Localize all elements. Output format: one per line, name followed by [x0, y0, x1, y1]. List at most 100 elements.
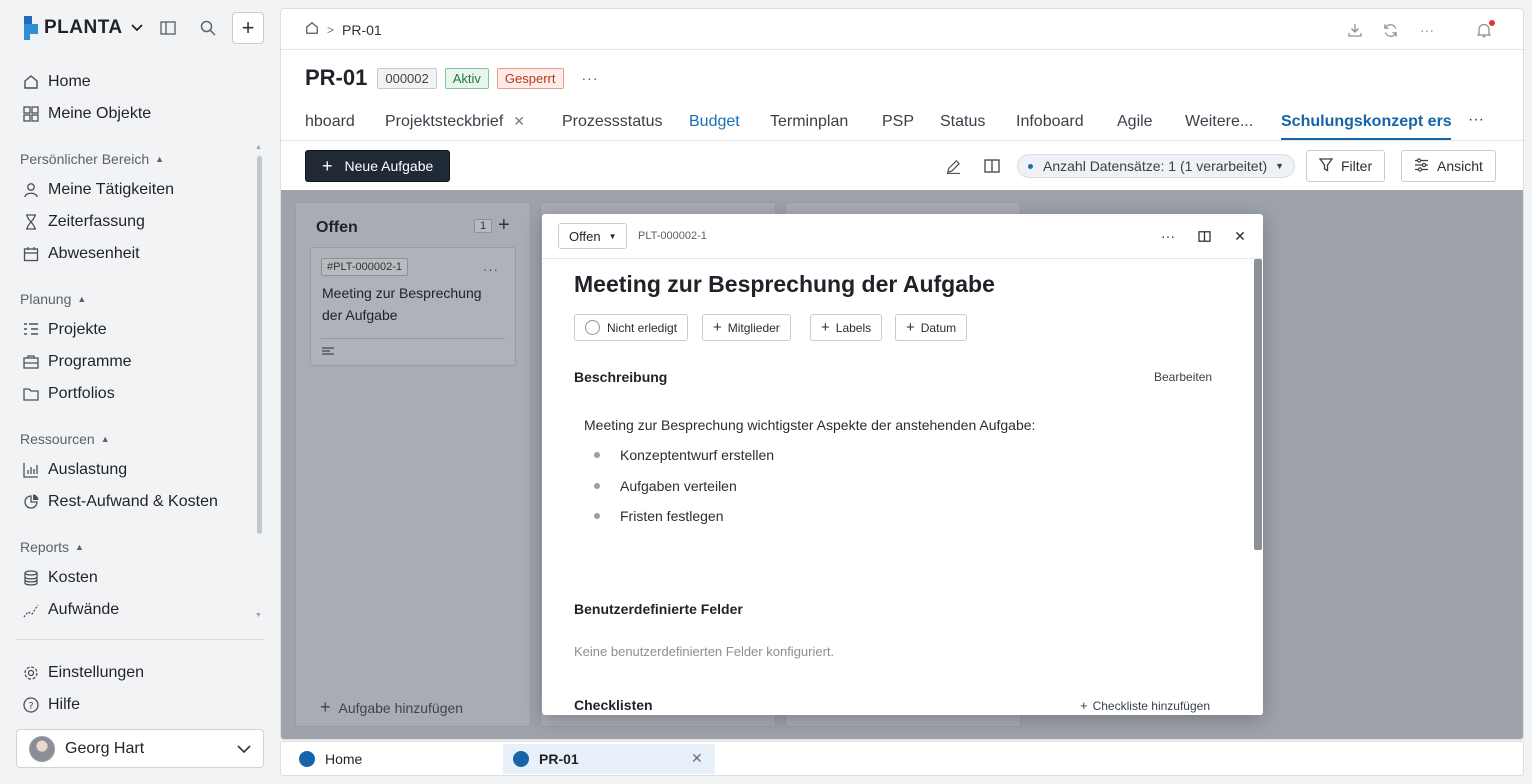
section-planung[interactable]: Planung ▲ [20, 291, 86, 307]
split-view-icon[interactable] [1195, 227, 1213, 245]
gear-icon [22, 664, 40, 682]
nav-label: Programme [48, 353, 132, 370]
card-title: Meeting zur Besprechung der Aufgabe [322, 285, 482, 323]
nav-portfolios[interactable]: Portfolios [22, 382, 115, 406]
nav-label: Hilfe [48, 696, 81, 713]
tab-infoboard[interactable]: Infoboard [1016, 113, 1084, 131]
split-view-icon[interactable] [982, 156, 1002, 176]
tab-terminplan[interactable]: Terminplan [770, 113, 848, 131]
tab-budget[interactable]: Budget [689, 113, 740, 131]
more-icon[interactable]: ··· [483, 262, 499, 277]
nav-auslastung[interactable]: Auslastung [22, 458, 127, 482]
nav-rest-aufwand-kosten[interactable]: Rest-Aufwand & Kosten [22, 490, 218, 514]
refresh-icon[interactable] [1380, 20, 1400, 40]
more-icon[interactable]: ··· [582, 70, 599, 86]
bullet-dot [594, 513, 600, 519]
brand-switcher[interactable]: PLANTA [22, 14, 143, 42]
add-labels-button[interactable]: + Labels [810, 314, 883, 341]
nav-label: Rest-Aufwand & Kosten [48, 493, 218, 510]
nav-programme[interactable]: Programme [22, 350, 132, 374]
section-persoenlicher-bereich[interactable]: Persönlicher Bereich ▲ [20, 151, 164, 167]
button-label: Ansicht [1437, 158, 1483, 174]
status-badge-gesperrt: Gesperrt [496, 67, 564, 89]
tab-agile[interactable]: Agile [1117, 113, 1153, 131]
new-task-button[interactable]: + Neue Aufgabe [305, 150, 451, 182]
page-title: PR-01 [305, 65, 368, 90]
search-icon[interactable] [196, 16, 220, 40]
scroll-down-icon[interactable]: ▼ [255, 612, 262, 619]
bell-icon[interactable] [1474, 20, 1495, 40]
more-icon[interactable]: ··· [1159, 227, 1177, 245]
tab-psp[interactable]: PSP [882, 113, 914, 131]
filter-button[interactable]: Filter [1306, 150, 1386, 182]
nav-einstellungen[interactable]: Einstellungen [22, 661, 144, 685]
nav-aufwaende[interactable]: Aufwände [22, 598, 119, 622]
edit-description-button[interactable]: Bearbeiten [1154, 370, 1212, 384]
tab-schulungskonzept[interactable]: Schulungskonzept erstel [1281, 113, 1451, 131]
coins-icon [22, 569, 40, 587]
description-text: Meeting zur Besprechung wichtigster Aspe… [584, 417, 1036, 433]
close-icon[interactable]: ✕ [691, 750, 703, 767]
add-checklist-button[interactable]: + Checkliste hinzufügen [1080, 698, 1210, 713]
mark-done-button[interactable]: Nicht erledigt [574, 314, 689, 341]
scrollbar-thumb[interactable] [1254, 259, 1262, 550]
nav-projekte[interactable]: Projekte [22, 318, 107, 342]
sidebar-toggle-icon[interactable] [156, 16, 180, 40]
view-button[interactable]: Ansicht [1401, 150, 1496, 182]
nav-kosten[interactable]: Kosten [22, 566, 98, 590]
help-icon: ? [22, 696, 40, 714]
chevron-up-icon: ▲ [100, 434, 110, 444]
nav-abwesenheit[interactable]: Abwesenheit [22, 242, 140, 266]
user-menu[interactable]: Georg Hart [16, 729, 264, 768]
tab-projektsteckbrief[interactable]: Projektsteckbrief ✕ [385, 113, 525, 131]
dialog-scrollbar[interactable] [1252, 259, 1263, 715]
tab-dashboard[interactable]: hboard [305, 113, 355, 131]
add-task-button[interactable]: + Aufgabe hinzufügen [320, 697, 463, 718]
nav-hilfe[interactable]: ? Hilfe [22, 693, 80, 717]
more-tabs-icon[interactable]: ··· [1468, 111, 1484, 129]
button-label: Datum [920, 320, 957, 335]
tab-weitere[interactable]: Weitere... [1185, 113, 1253, 131]
section-reports[interactable]: Reports ▲ [20, 539, 84, 555]
sidebar: PLANTA + Home Meine Objekte Persönlicher… [0, 0, 280, 784]
status-dropdown[interactable]: Offen ▼ [558, 223, 628, 249]
project-number-badge: 000002 [377, 67, 437, 89]
scroll-up-icon[interactable]: ▲ [255, 144, 262, 151]
taskbar-item-pr01[interactable]: PR-01 [503, 744, 715, 774]
kanban-board: Offen 1 + #PLT-000002-1 ··· Meeting zur … [281, 190, 1523, 739]
task-card[interactable]: #PLT-000002-1 ··· Meeting zur Besprechun… [310, 247, 516, 366]
plus-icon: + [1080, 698, 1088, 713]
nav-home[interactable]: Home [22, 70, 91, 94]
tab-prozessstatus[interactable]: Prozessstatus [562, 113, 662, 131]
pencil-icon[interactable] [943, 156, 963, 176]
chevron-up-icon: ▲ [155, 154, 165, 164]
button-label: Mitglieder [727, 320, 780, 335]
download-icon[interactable] [1345, 20, 1365, 40]
nav-zeiterfassung[interactable]: Zeiterfassung [22, 210, 145, 234]
nav-label: Meine Tätigkeiten [48, 181, 174, 198]
sidebar-scrollbar[interactable] [257, 156, 262, 534]
breadcrumb-item[interactable]: PR-01 [342, 22, 382, 38]
close-icon[interactable]: ✕ [1231, 227, 1249, 245]
nav-meine-taetigkeiten[interactable]: Meine Tätigkeiten [22, 178, 174, 202]
nav-meine-objekte[interactable]: Meine Objekte [22, 102, 151, 126]
close-icon[interactable]: ✕ [513, 113, 525, 129]
add-members-button[interactable]: + Mitglieder [702, 314, 791, 341]
chevron-up-icon: ▲ [77, 294, 87, 304]
folder-icon [22, 385, 40, 403]
tab-status[interactable]: Status [940, 113, 985, 131]
more-icon[interactable]: ··· [1417, 20, 1437, 40]
add-date-button[interactable]: + Datum [895, 314, 968, 341]
add-task-icon[interactable]: + [498, 214, 510, 237]
create-new-button[interactable]: + [232, 12, 264, 44]
record-count-dropdown[interactable]: Anzahl Datensätze: 1 (1 verarbeitet) ▼ [1017, 154, 1296, 178]
trend-chart-icon [22, 601, 40, 619]
active-tab-indicator [1281, 138, 1451, 140]
button-label: Checkliste hinzufügen [1092, 698, 1210, 713]
home-icon[interactable] [305, 21, 319, 38]
taskbar-item-home[interactable]: Home [289, 744, 372, 774]
calendar-icon [22, 245, 40, 263]
button-label: Filter [1341, 158, 1373, 174]
section-ressourcen[interactable]: Ressourcen ▲ [20, 431, 110, 447]
planta-icon [299, 751, 315, 767]
